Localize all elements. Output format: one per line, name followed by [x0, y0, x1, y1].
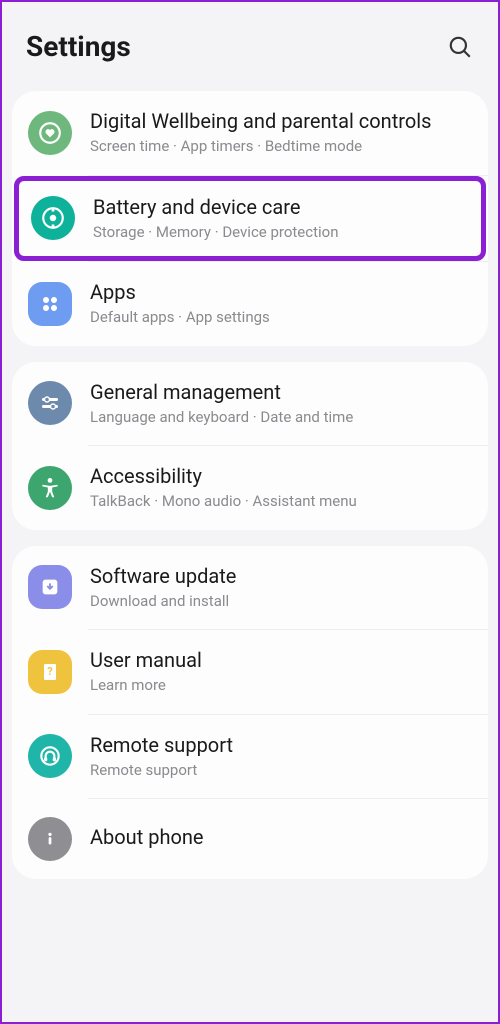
item-title: Apps	[90, 280, 472, 305]
general-management-icon	[28, 381, 72, 425]
accessibility-icon	[28, 466, 72, 510]
apps-icon	[28, 282, 72, 326]
item-title: General management	[90, 380, 472, 405]
settings-header: Settings	[2, 2, 498, 83]
item-text: About phone	[90, 825, 472, 853]
item-subtitle: Remote support	[90, 761, 472, 781]
item-text: General management Language and keyboard…	[90, 380, 472, 428]
item-title: About phone	[90, 825, 472, 850]
settings-item-digital-wellbeing[interactable]: Digital Wellbeing and parental controls …	[12, 91, 488, 175]
item-subtitle: Screen time · App timers · Bedtime mode	[90, 137, 472, 157]
remote-support-icon	[28, 734, 72, 778]
settings-section-3: Software update Download and install ? U…	[12, 546, 488, 880]
user-manual-icon: ?	[28, 650, 72, 694]
item-text: User manual Learn more	[90, 648, 472, 696]
item-subtitle: Language and keyboard · Date and time	[90, 408, 472, 428]
item-text: Battery and device care Storage · Memory…	[93, 195, 469, 243]
settings-item-about-phone[interactable]: About phone	[12, 799, 488, 879]
settings-section-2: General management Language and keyboard…	[12, 362, 488, 530]
settings-item-software-update[interactable]: Software update Download and install	[12, 546, 488, 630]
about-phone-icon	[28, 817, 72, 861]
item-text: Apps Default apps · App settings	[90, 280, 472, 328]
item-text: Remote support Remote support	[90, 733, 472, 781]
item-title: User manual	[90, 648, 472, 673]
svg-text:?: ?	[47, 665, 53, 678]
settings-item-battery-care[interactable]: Battery and device care Storage · Memory…	[19, 181, 481, 257]
item-subtitle: Download and install	[90, 592, 472, 612]
search-button[interactable]	[446, 33, 474, 61]
item-subtitle: Default apps · App settings	[90, 308, 472, 328]
item-subtitle: Learn more	[90, 676, 472, 696]
item-title: Accessibility	[90, 464, 472, 489]
item-title: Remote support	[90, 733, 472, 758]
item-text: Accessibility TalkBack · Mono audio · As…	[90, 464, 472, 512]
software-update-icon	[28, 565, 72, 609]
item-title: Software update	[90, 564, 472, 589]
wellbeing-icon	[28, 111, 72, 155]
item-subtitle: TalkBack · Mono audio · Assistant menu	[90, 492, 472, 512]
settings-item-user-manual[interactable]: ? User manual Learn more	[12, 630, 488, 714]
highlight-battery-care: Battery and device care Storage · Memory…	[14, 176, 486, 262]
device-care-icon	[31, 196, 75, 240]
settings-item-general-management[interactable]: General management Language and keyboard…	[12, 362, 488, 446]
item-text: Software update Download and install	[90, 564, 472, 612]
settings-item-accessibility[interactable]: Accessibility TalkBack · Mono audio · As…	[12, 446, 488, 530]
settings-section-1: Digital Wellbeing and parental controls …	[12, 91, 488, 346]
item-title: Digital Wellbeing and parental controls	[90, 109, 472, 134]
item-title: Battery and device care	[93, 195, 469, 220]
page-title: Settings	[26, 30, 131, 63]
search-icon	[447, 34, 473, 60]
settings-item-apps[interactable]: Apps Default apps · App settings	[12, 262, 488, 346]
item-subtitle: Storage · Memory · Device protection	[93, 223, 469, 243]
settings-item-remote-support[interactable]: Remote support Remote support	[12, 715, 488, 799]
item-text: Digital Wellbeing and parental controls …	[90, 109, 472, 157]
